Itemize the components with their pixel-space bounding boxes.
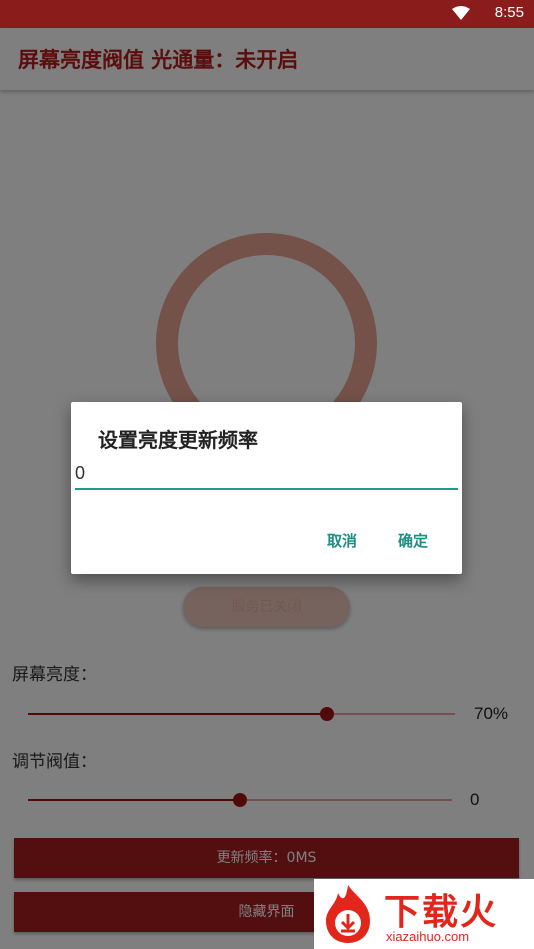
watermark-url: xiazaihuo.com — [386, 929, 470, 944]
flame-logo-icon — [326, 885, 370, 943]
status-bar: 8:55 — [0, 0, 534, 28]
confirm-button[interactable]: 确定 — [398, 530, 428, 551]
watermark-brand: 下载火 — [384, 892, 499, 933]
dialog-title: 设置亮度更新频率 — [98, 428, 258, 452]
update-rate-input[interactable] — [75, 458, 458, 490]
watermark: 下载火 xiazaihuo.com — [314, 879, 534, 949]
update-rate-dialog: 设置亮度更新频率 取消 确定 — [71, 402, 462, 574]
status-time: 8:55 — [494, 4, 524, 21]
wifi-icon — [452, 6, 470, 20]
cancel-button[interactable]: 取消 — [327, 530, 357, 551]
